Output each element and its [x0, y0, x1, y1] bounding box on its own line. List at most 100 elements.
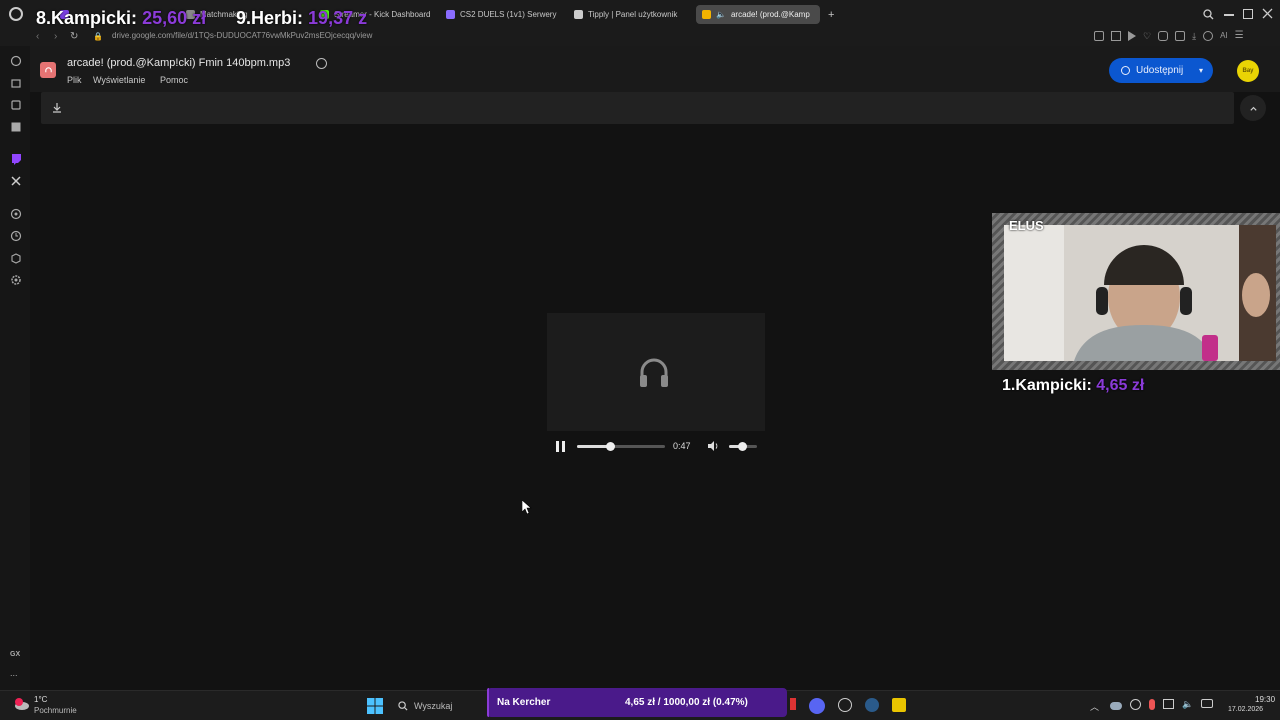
weather-temp: 1°C — [34, 695, 48, 704]
taskbar-search[interactable]: Wyszukaj — [390, 695, 490, 717]
sidebar: GX ... — [0, 46, 30, 690]
speaker-icon: 🔈 — [716, 10, 726, 19]
webcam-feed — [1004, 225, 1276, 361]
overlay-rank-8: 8.Kampicki: 25,60 zł — [36, 8, 207, 28]
audio-player-card — [547, 313, 765, 431]
seek-bar[interactable] — [577, 442, 665, 451]
collapse-toolbar-button[interactable] — [1240, 95, 1266, 121]
menu-help[interactable]: Pomoc — [160, 75, 188, 85]
back-icon[interactable]: ‹ — [36, 31, 39, 43]
close-icon[interactable] — [1262, 8, 1273, 19]
search-tabs-icon[interactable] — [1203, 9, 1214, 20]
sidebar-more[interactable]: ... — [10, 668, 18, 678]
reload-icon[interactable]: ↻ — [70, 31, 78, 43]
sidebar-settings-icon[interactable] — [9, 273, 22, 286]
onedrive-icon[interactable] — [1110, 702, 1122, 710]
pause-button[interactable] — [555, 441, 566, 452]
network-icon[interactable] — [1163, 699, 1174, 709]
viewer-toolbar — [41, 92, 1234, 124]
seek-bar-fill — [577, 445, 610, 448]
discord-icon[interactable] — [809, 698, 825, 714]
steam-icon[interactable] — [865, 698, 879, 712]
battery-icon[interactable] — [1201, 699, 1214, 708]
restore-icon[interactable] — [1243, 9, 1253, 19]
tab-arcade-active[interactable]: 🔈 arcade! (prod.@Kamp — [696, 5, 820, 24]
overlay-rank-1: 1.Kampicki: 4,65 zł — [1002, 377, 1145, 394]
headphones-icon — [637, 355, 671, 389]
pin-icon[interactable] — [1094, 31, 1104, 41]
tab-cs2-duels[interactable]: CS2 DUELS (1v1) Serwery — [440, 5, 562, 24]
streamer-image — [1004, 225, 1276, 361]
overlay-rank-9: 9.Herbi: 19,37 z — [236, 8, 368, 28]
windows-taskbar: 1°C Pochmurnie Wyszukaj Na Kercher 4,65 … — [0, 688, 1280, 720]
seek-thumb[interactable] — [605, 442, 615, 451]
donation-goal-bar: Na Kercher 4,65 zł / 1000,00 zł (0.47%) — [487, 688, 787, 717]
x-twitter-icon[interactable] — [9, 174, 22, 187]
microphone-icon[interactable] — [1149, 699, 1155, 710]
clock-date[interactable]: 17.02.2026 — [1228, 706, 1263, 713]
sidebar-history-icon[interactable] — [9, 54, 22, 67]
clock-time[interactable]: 19:30 — [1255, 695, 1275, 704]
cube-icon[interactable] — [1158, 31, 1169, 41]
address-bar[interactable]: drive.google.com/file/d/1TQs-DUDUOCAT76v… — [112, 31, 372, 40]
opera-tray-icon[interactable] — [1130, 699, 1141, 710]
extensions-icon[interactable] — [1203, 31, 1214, 41]
chevron-down-icon[interactable]: ▾ — [1199, 66, 1203, 75]
tab-favicon-icon — [574, 10, 583, 19]
google-drive-icon — [702, 10, 711, 19]
play-icon[interactable] — [1128, 31, 1136, 41]
toolbar-extensions: ♡ ⤓ AI ☰ — [1094, 31, 1276, 43]
sidebar-player-icon[interactable] — [9, 207, 22, 220]
menu-file[interactable]: Plik — [67, 75, 82, 85]
tab-tipply[interactable]: Tipply | Panel użytkownik — [568, 5, 688, 24]
wallet-icon[interactable] — [1175, 31, 1186, 41]
opera-gx-logo-icon[interactable] — [8, 6, 24, 22]
minimize-icon[interactable] — [1224, 14, 1234, 16]
weather-icon[interactable] — [12, 697, 30, 711]
donation-goal-fill — [487, 688, 489, 717]
search-icon — [398, 701, 408, 711]
app-clock-icon[interactable] — [838, 698, 852, 712]
chevron-up-icon — [1249, 106, 1257, 111]
snapshot-icon[interactable] — [1111, 31, 1121, 41]
tray-chevron-icon[interactable]: ︿ — [1090, 700, 1099, 713]
webcam-name-label: ELUS — [1009, 218, 1044, 233]
time-display: 0:47 — [673, 441, 691, 451]
sidebar-gx-label[interactable]: GX — [10, 651, 20, 658]
download-icon[interactable]: ⤓ — [1192, 31, 1196, 43]
speaker-tray-icon[interactable]: 🔈 — [1182, 699, 1193, 713]
menu-icon[interactable]: ☰ — [1235, 31, 1244, 43]
globe-icon — [1121, 66, 1130, 75]
twitch-icon[interactable] — [9, 152, 22, 165]
forward-icon[interactable]: › — [54, 31, 57, 43]
menu-view[interactable]: Wyświetlanie — [93, 75, 145, 85]
taskbar-apps — [790, 698, 920, 714]
avatar[interactable]: Bay — [1237, 60, 1259, 82]
heart-icon[interactable]: ♡ — [1143, 31, 1151, 43]
download-icon[interactable] — [52, 102, 62, 113]
pause-icon — [556, 441, 565, 452]
sidebar-corner-icon[interactable] — [9, 98, 22, 111]
donation-goal-value: 4,65 zł / 1000,00 zł (0.47%) — [625, 697, 748, 708]
donation-goal-label: Na Kercher — [497, 697, 551, 708]
lock-icon: 🔒 — [93, 32, 103, 41]
tray-icons: 🔈 — [1110, 699, 1220, 713]
sidebar-box-icon[interactable] — [9, 251, 22, 264]
new-tab-button[interactable]: + — [822, 5, 838, 24]
sidebar-clock-icon[interactable] — [9, 229, 22, 242]
windows-start-icon[interactable] — [367, 698, 383, 714]
volume-icon[interactable] — [707, 440, 719, 452]
audio-file-icon — [40, 62, 56, 78]
app-icon[interactable] — [790, 698, 796, 710]
weather-desc: Pochmurnie — [34, 706, 77, 715]
address-bar-row: ‹ › ↻ 🔒 drive.google.com/file/d/1TQs-DUD… — [0, 28, 1280, 46]
shared-icon — [316, 58, 327, 69]
share-button[interactable]: Udostępnij ▾ — [1109, 58, 1213, 83]
ai-icon[interactable]: AI — [1220, 31, 1228, 43]
volume-thumb[interactable] — [737, 442, 747, 451]
sidebar-gx-control-icon[interactable] — [9, 76, 22, 89]
player-controls: 0:47 — [547, 435, 765, 457]
yellow-app-icon[interactable] — [892, 698, 906, 712]
volume-slider[interactable] — [729, 442, 757, 451]
sidebar-news-icon[interactable] — [9, 120, 22, 133]
